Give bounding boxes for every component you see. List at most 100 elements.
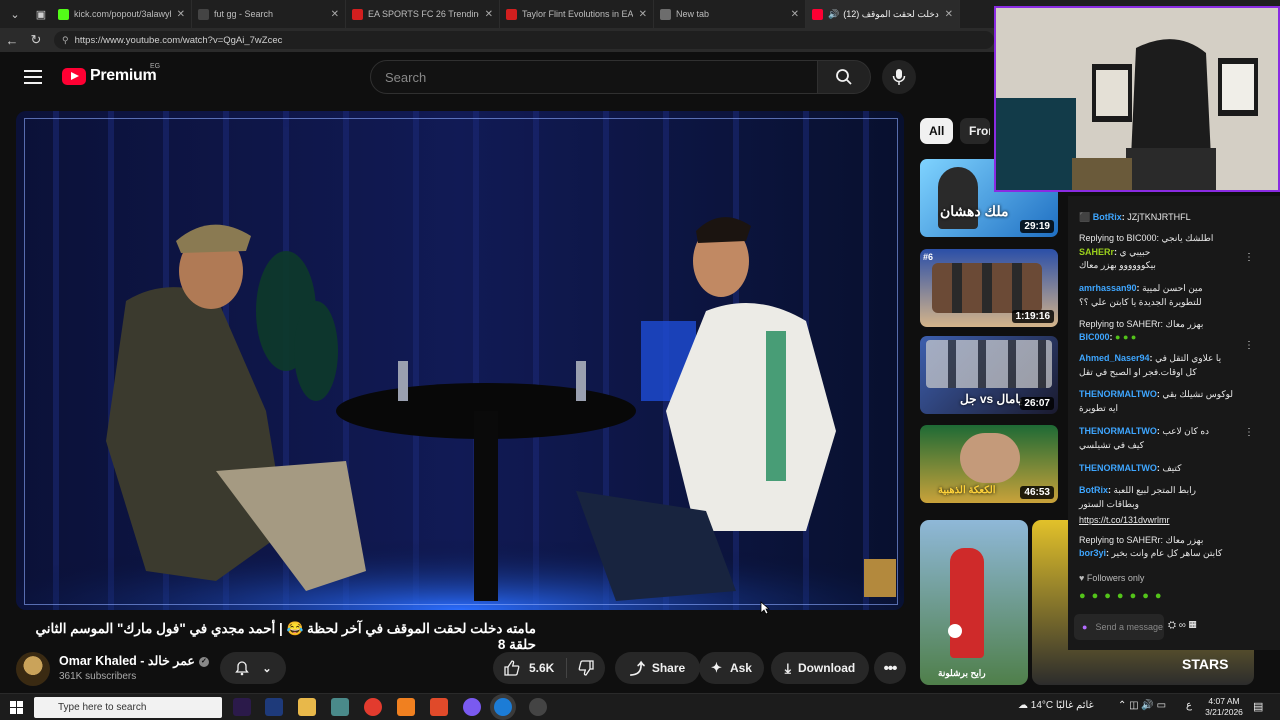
brave-icon[interactable] <box>430 698 448 716</box>
chat-more-icon[interactable]: ⋮ <box>1244 252 1254 263</box>
recommended-thumbnail[interactable]: الكعكة الذهبية 46:53 <box>920 425 1058 503</box>
chat-username[interactable]: BIC000 <box>1079 332 1110 342</box>
recommended-thumbnail[interactable]: جل vs يامال 26:07 <box>920 336 1058 414</box>
thumbnail-overlay-text: الكعكة الذهبية <box>938 485 996 496</box>
chrome-icon[interactable] <box>364 698 382 716</box>
browser-tab[interactable]: EA SPORTS FC 26 Trending Evolu ✕ <box>346 0 500 28</box>
emote-bar[interactable]: ●●●●●●● <box>1079 590 1168 602</box>
browser-tab[interactable]: New tab ✕ <box>654 0 806 28</box>
search-input[interactable]: Search <box>370 60 818 94</box>
subscriber-count: 361K subscribers <box>59 671 137 682</box>
site-info-icon[interactable]: ⚲ <box>62 35 69 46</box>
more-actions-button[interactable]: ••• <box>874 652 906 684</box>
taskbar-search-input[interactable]: Type here to search <box>34 697 222 718</box>
sparkle-icon: ✦ <box>711 660 722 675</box>
chat-username[interactable]: THENORMALTWO <box>1079 426 1157 436</box>
close-tab-icon[interactable]: ✕ <box>791 9 799 20</box>
photoshop-icon[interactable] <box>265 698 283 716</box>
channel-name[interactable]: Omar Khaled - عمر خالد ✓ <box>59 653 209 668</box>
system-tray-icons[interactable]: ⌃ ◫ 🔊 ▭ <box>1118 700 1166 711</box>
browser-tab[interactable]: Taylor Flint Evolutions in EA FC 2 ✕ <box>500 0 654 28</box>
edge-icon[interactable] <box>494 698 512 716</box>
chip-label: All <box>929 124 945 138</box>
download-icon: ⤓ <box>784 659 791 676</box>
chat-link[interactable]: https://t.co/131dvwrlmr <box>1079 514 1170 526</box>
notepad-icon[interactable] <box>331 698 349 716</box>
weather-temp: 14°C <box>1030 700 1054 711</box>
download-label: Download <box>797 661 856 675</box>
browser-tab[interactable]: kick.com/popout/3alawyhd/ ✕ <box>52 0 192 28</box>
close-tab-icon[interactable]: ✕ <box>639 9 647 20</box>
like-count: 5.6K <box>529 661 555 675</box>
tab-list-chevron-icon[interactable]: ⌄ <box>4 3 26 25</box>
chat-text: كابتن ساهر كل عام وانت بخير <box>1111 548 1223 558</box>
recommended-thumbnail[interactable]: #6 1:19:16 <box>920 249 1058 327</box>
chip-from[interactable]: From <box>960 118 990 144</box>
close-tab-icon[interactable]: ✕ <box>945 9 953 20</box>
chat-tools-icon[interactable]: ⛭ ∞ ▦ <box>1168 620 1197 631</box>
ask-label: Ask <box>729 661 752 675</box>
speaker-icon[interactable]: 🔊 <box>828 9 839 20</box>
search-button[interactable] <box>817 60 871 94</box>
chat-username[interactable]: THENORMALTWO <box>1079 463 1157 473</box>
chat-username[interactable]: BotRix <box>1079 485 1108 495</box>
file-explorer-icon[interactable] <box>298 698 316 716</box>
voice-search-button[interactable] <box>882 60 916 94</box>
close-tab-icon[interactable]: ✕ <box>485 9 493 20</box>
browser-tab-active[interactable]: 🔊 (12) مامته دخلت لحقت الموقف ✕ <box>806 0 960 28</box>
menu-hamburger-icon[interactable] <box>24 70 42 84</box>
tab-title: (12) مامته دخلت لحقت الموقف <box>843 8 939 19</box>
like-dislike-button[interactable]: 5.6K <box>493 652 605 684</box>
browser-tab[interactable]: fut gg - Search ✕ <box>192 0 346 28</box>
premiere-pro-icon[interactable] <box>233 698 251 716</box>
channel-avatar[interactable] <box>16 652 50 686</box>
chat-text: مين احسن لميية <box>1142 283 1203 293</box>
chat-more-icon[interactable]: ⋮ <box>1244 427 1254 438</box>
back-arrow-icon[interactable]: ← <box>0 33 24 48</box>
notification-bell-button[interactable]: ⌄ <box>220 652 286 684</box>
discord-icon[interactable] <box>463 698 481 716</box>
chat-username[interactable]: SAHERr <box>1079 247 1114 257</box>
chat-username[interactable]: bor3yi <box>1079 548 1106 558</box>
windows-start-icon[interactable] <box>10 701 23 714</box>
vlc-icon[interactable] <box>397 698 415 716</box>
weather-widget[interactable]: ☁ 14°C غائم غالبًا <box>1018 700 1094 711</box>
video-title: مامته دخلت لحقت الموقف في آخر لحظة 😂 | أ… <box>16 621 904 653</box>
thumbnail-person <box>960 433 1020 483</box>
notification-center-icon[interactable]: ▤ <box>1253 700 1263 713</box>
url-text: https://www.youtube.com/watch?v=QgAi_7wZ… <box>74 34 283 46</box>
reload-icon[interactable]: ↻ <box>24 32 48 48</box>
youtube-favicon-icon <box>812 8 823 20</box>
thumbs-down-icon[interactable] <box>577 659 595 677</box>
ask-button[interactable]: ✦ Ask <box>699 652 764 684</box>
url-field[interactable]: ⚲ https://www.youtube.com/watch?v=QgAi_7… <box>54 31 994 49</box>
chat-text: رابط المتجر لبيع اللعبة <box>1113 485 1196 495</box>
input-language[interactable]: ع <box>1186 700 1192 711</box>
chat-more-icon[interactable]: ⋮ <box>1244 340 1254 351</box>
video-player[interactable] <box>16 111 904 610</box>
download-button[interactable]: ⤓ Download <box>771 652 869 684</box>
youtube-premium-logo[interactable]: Premium EG <box>62 63 160 85</box>
chat-username[interactable]: Ahmed_Naser94 <box>1079 353 1150 363</box>
chip-all[interactable]: All <box>920 118 954 144</box>
clock[interactable]: 4:07 AM 3/21/2026 <box>1203 696 1245 718</box>
workspaces-icon[interactable]: ▣ <box>30 3 52 25</box>
weather-text: غائم غالبًا <box>1055 700 1094 711</box>
chat-username[interactable]: THENORMALTWO <box>1079 389 1157 399</box>
chat-badge-icon: ⬛ <box>1079 212 1091 222</box>
chat-text: ايه تطويرة <box>1079 403 1119 413</box>
short-thumbnail[interactable]: رايح برشلونة <box>920 520 1028 685</box>
chat-text: بيكوووووو بهزر معاك <box>1079 260 1156 270</box>
close-tab-icon[interactable]: ✕ <box>331 9 339 20</box>
obs-icon[interactable] <box>529 698 547 716</box>
chat-send-input[interactable]: ● Send a message <box>1074 614 1164 640</box>
chat-message: amrhassan90: مين احسن لميية <box>1079 283 1203 293</box>
short-caption: رايح برشلونة <box>938 668 986 678</box>
share-button[interactable]: ⤴ Share <box>615 652 700 684</box>
close-tab-icon[interactable]: ✕ <box>177 9 185 20</box>
thumbs-up-icon[interactable] <box>503 659 521 677</box>
webcam-feed <box>996 8 1278 190</box>
followers-only-notice: ♥ Followers only <box>1079 573 1145 583</box>
chat-username[interactable]: BotRix <box>1093 212 1122 222</box>
chat-username[interactable]: amrhassan90 <box>1079 283 1137 293</box>
